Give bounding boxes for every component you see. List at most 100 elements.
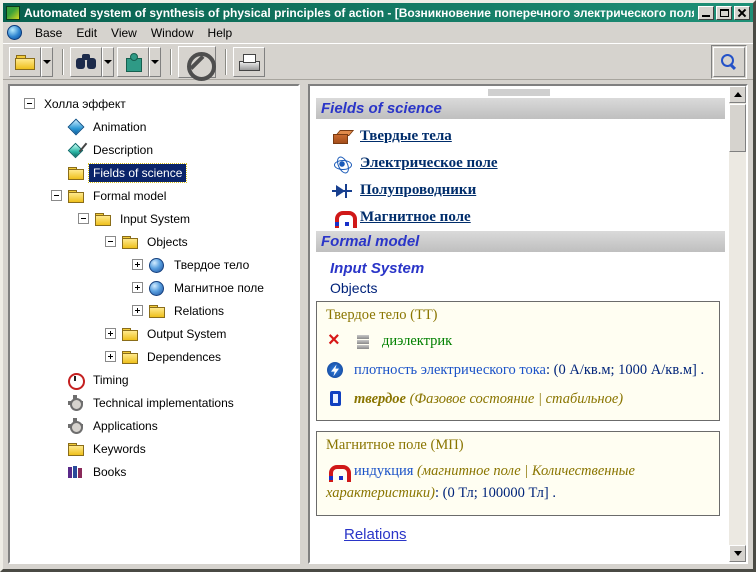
content-scrollbar[interactable] bbox=[729, 86, 746, 562]
tree-item-магнитное-поле[interactable]: Магнитное поле bbox=[10, 276, 298, 299]
plus-expander-icon[interactable] bbox=[105, 351, 116, 362]
tree-item-description[interactable]: Description bbox=[10, 138, 298, 161]
relations-link[interactable]: Relations bbox=[344, 526, 726, 543]
toolbar-group-stop bbox=[178, 46, 216, 78]
folder-open-icon bbox=[14, 52, 36, 72]
tree-item-label: Dependences bbox=[143, 348, 225, 366]
document-window-icon[interactable] bbox=[7, 25, 22, 40]
folder-icon bbox=[121, 326, 139, 342]
menu-item-help[interactable]: Help bbox=[201, 24, 240, 42]
fields-of-science-header: Fields of science bbox=[316, 98, 725, 119]
titlebar[interactable]: Automated system of synthesis of physica… bbox=[3, 3, 753, 22]
pane-splitter[interactable] bbox=[300, 84, 308, 564]
folder-icon bbox=[148, 303, 166, 319]
tree-item-objects[interactable]: Objects bbox=[10, 230, 298, 253]
open-button[interactable] bbox=[9, 47, 41, 77]
open-dropdown-button[interactable] bbox=[41, 47, 53, 77]
close-icon bbox=[737, 8, 747, 17]
folder-icon bbox=[94, 211, 112, 227]
plus-expander-icon[interactable] bbox=[132, 282, 143, 293]
stack-icon bbox=[354, 333, 374, 351]
plus-expander-icon[interactable] bbox=[105, 328, 116, 339]
folder-icon bbox=[67, 441, 85, 457]
model-boxes: Твердое тело (ТТ)диэлектрикплотность эле… bbox=[316, 301, 726, 516]
tree-item-input-system[interactable]: Input System bbox=[10, 207, 298, 230]
tree-item-keywords[interactable]: Keywords bbox=[10, 437, 298, 460]
folder-icon bbox=[121, 349, 139, 365]
model-box-text: : (0 А/кв.м; 1000 А/кв.м] . bbox=[546, 362, 704, 378]
science-link-магнитное-поле[interactable]: Магнитное поле bbox=[360, 209, 471, 226]
content-body: Fields of science Твердые тела Электричес… bbox=[310, 86, 729, 562]
menu-item-base[interactable]: Base bbox=[28, 24, 69, 42]
tree-item-label: Магнитное поле bbox=[170, 279, 268, 297]
menubar: BaseEditViewWindowHelp bbox=[3, 22, 753, 43]
menu-item-edit[interactable]: Edit bbox=[69, 24, 104, 42]
toolbar-group-print bbox=[233, 47, 265, 77]
science-link-row: Полупроводники bbox=[316, 177, 726, 204]
app-icon bbox=[6, 6, 20, 20]
menu-item-window[interactable]: Window bbox=[144, 24, 201, 42]
tree-item-label: Timing bbox=[89, 371, 133, 389]
scrollbar-thumb[interactable] bbox=[729, 104, 746, 152]
science-links: Твердые тела Электрическое поле Полупровод… bbox=[316, 123, 726, 231]
magnifier-icon bbox=[718, 52, 740, 72]
science-link-твердые-тела[interactable]: Твердые тела bbox=[360, 128, 452, 145]
science-link-row: Электрическое поле bbox=[316, 150, 726, 177]
print-button[interactable] bbox=[233, 47, 265, 77]
tree-item-formal-model[interactable]: Formal model bbox=[10, 184, 298, 207]
plus-expander-icon[interactable] bbox=[132, 305, 143, 316]
magnet-icon bbox=[326, 463, 346, 481]
minus-expander-icon[interactable] bbox=[51, 190, 62, 201]
science-link-электрическое-поле[interactable]: Электрическое поле bbox=[360, 155, 498, 172]
minus-expander-icon[interactable] bbox=[24, 98, 35, 109]
modules-dropdown-button[interactable] bbox=[149, 47, 161, 77]
tree-item-applications[interactable]: Applications bbox=[10, 414, 298, 437]
books-icon bbox=[67, 464, 85, 480]
tree-item-label: Technical implementations bbox=[89, 394, 238, 412]
folder-icon bbox=[67, 188, 85, 204]
scroll-up-icon[interactable] bbox=[729, 86, 746, 103]
minimize-button[interactable] bbox=[698, 6, 714, 20]
tree-item-relations[interactable]: Relations bbox=[10, 299, 298, 322]
find-button[interactable] bbox=[70, 47, 102, 77]
close-button[interactable] bbox=[734, 6, 750, 20]
plus-expander-icon[interactable] bbox=[132, 259, 143, 270]
tree-item-technical-implementations[interactable]: Technical implementations bbox=[10, 391, 298, 414]
objects-label: Objects bbox=[316, 280, 726, 296]
tree-item-label: Output System bbox=[143, 325, 230, 343]
phase-icon bbox=[326, 390, 346, 408]
find-dropdown-button[interactable] bbox=[102, 47, 114, 77]
tree-item-label: Applications bbox=[89, 417, 162, 435]
toolbar-separator bbox=[62, 49, 64, 75]
scroll-down-icon[interactable] bbox=[729, 545, 746, 562]
science-link-полупроводники[interactable]: Полупроводники bbox=[360, 182, 476, 199]
tree-item-fields-of-science[interactable]: Fields of science bbox=[10, 161, 298, 184]
preview-button[interactable] bbox=[713, 47, 745, 77]
stop-button[interactable] bbox=[178, 46, 216, 78]
tree-item-animation[interactable]: Animation bbox=[10, 115, 298, 138]
maximize-icon bbox=[720, 9, 729, 17]
diamond-pen-icon bbox=[67, 142, 85, 158]
diode-icon bbox=[332, 182, 352, 200]
menu-item-view[interactable]: View bbox=[104, 24, 144, 42]
tree-item-твердое-тело[interactable]: Твердое тело bbox=[10, 253, 298, 276]
tree-item-books[interactable]: Books bbox=[10, 460, 298, 483]
modules-button[interactable] bbox=[117, 47, 149, 77]
gear-icon bbox=[67, 395, 85, 411]
model-box-твердое-тело-тт: Твердое тело (ТТ)диэлектрикплотность эле… bbox=[316, 301, 720, 421]
maximize-button[interactable] bbox=[716, 6, 732, 20]
toolbar-separator bbox=[225, 49, 227, 75]
science-link-row: Магнитное поле bbox=[316, 204, 726, 231]
tree-item-холла-эффект[interactable]: Холла эффект bbox=[10, 92, 298, 115]
window-title: Automated system of synthesis of physica… bbox=[24, 6, 694, 20]
toolbar-group-open bbox=[9, 47, 53, 77]
minus-expander-icon[interactable] bbox=[78, 213, 89, 224]
model-box-text: диэлектрик bbox=[382, 333, 452, 349]
tree-item-dependences[interactable]: Dependences bbox=[10, 345, 298, 368]
tree-item-output-system[interactable]: Output System bbox=[10, 322, 298, 345]
clock-icon bbox=[67, 372, 85, 388]
tree-item-label: Твердое тело bbox=[170, 256, 253, 274]
lightning-icon bbox=[326, 361, 346, 379]
minus-expander-icon[interactable] bbox=[105, 236, 116, 247]
tree-item-timing[interactable]: Timing bbox=[10, 368, 298, 391]
